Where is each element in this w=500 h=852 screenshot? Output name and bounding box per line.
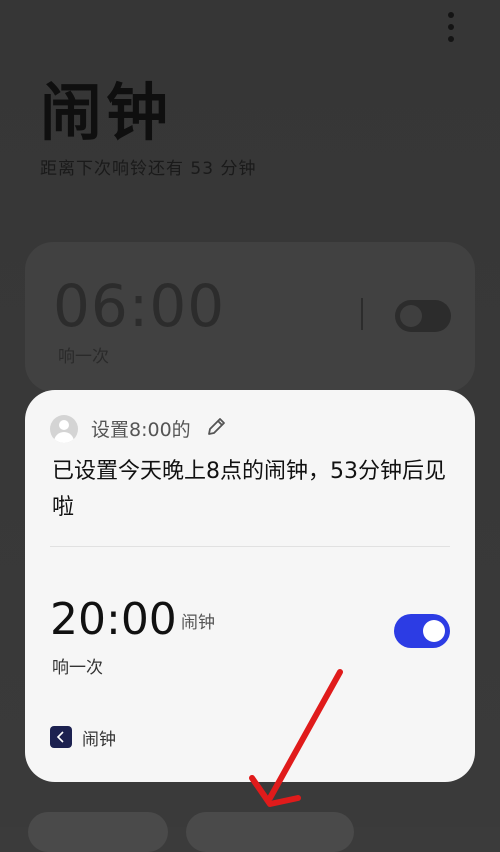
alarm-time[interactable]: 20:00 (50, 594, 177, 645)
alarm-card-0600[interactable]: 06:00 响一次 (25, 242, 475, 392)
user-avatar-icon (50, 415, 78, 443)
assistant-reply-text: 已设置今天晚上8点的闹钟，53分钟后见啦 (52, 459, 446, 520)
alarm-label: 闹钟 (181, 613, 215, 633)
page-title: 闹钟 (40, 76, 173, 149)
alarm-toggle-off[interactable] (395, 300, 451, 332)
alarm-repeat: 响一次 (52, 658, 103, 678)
divider (361, 298, 363, 330)
card-divider (50, 546, 450, 547)
next-alarm-countdown: 距离下次响铃还有 53 分钟 (40, 159, 257, 179)
red-arrow-annotation (249, 669, 343, 807)
app-name-link[interactable]: 闹钟 (82, 725, 116, 750)
edit-pencil-icon[interactable] (205, 416, 227, 438)
alarm-repeat: 响一次 (58, 347, 109, 367)
clock-app-icon[interactable] (50, 726, 72, 748)
bottom-button-left[interactable] (28, 812, 168, 852)
alarm-toggle-on[interactable] (394, 614, 450, 648)
voice-command-text: 设置8:00的 (91, 419, 191, 441)
alarm-time: 06:00 (53, 272, 226, 340)
more-options-icon[interactable] (436, 10, 466, 44)
